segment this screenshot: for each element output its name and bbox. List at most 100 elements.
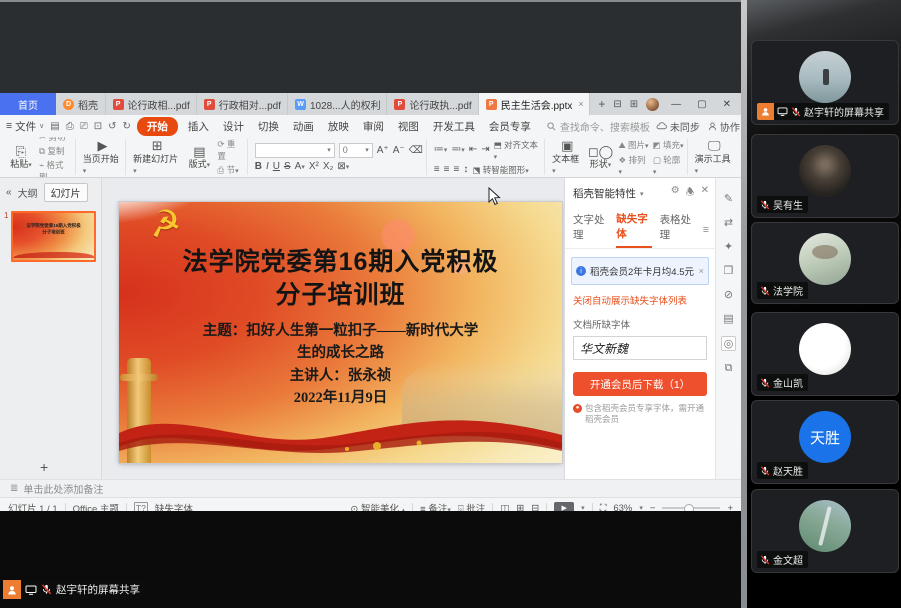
cut-button[interactable]: ✂ 剪切 <box>39 137 72 143</box>
align-right-icon[interactable]: ≡ <box>453 164 459 175</box>
bold-button[interactable]: B <box>255 161 262 172</box>
line-spacing-icon[interactable]: ↕ <box>463 164 468 175</box>
signature-tool-icon[interactable]: ✎ <box>724 192 733 205</box>
new-tab-button[interactable]: + <box>590 93 613 115</box>
subscript-button[interactable]: X₂ <box>323 161 334 172</box>
copy-tool-icon[interactable]: ❐ <box>724 264 734 277</box>
collaborate-button[interactable]: 协作 <box>708 119 740 134</box>
command-search[interactable]: 查找命令、搜索模板 <box>547 119 650 134</box>
section-button[interactable]: ⎙ 节▾ <box>217 164 243 176</box>
gallery-tool-icon[interactable]: ▤ <box>723 312 733 325</box>
textbox-button[interactable]: ▣文本框▾ <box>552 138 582 176</box>
new-slide-button[interactable]: ⊞新建幻灯片▾ <box>133 138 181 176</box>
tab-docer[interactable]: D稻壳 <box>56 93 106 115</box>
undo-icon[interactable]: ↺ <box>108 121 116 132</box>
tab-slides[interactable]: 幻灯片 <box>44 183 88 202</box>
tab-pdf-3[interactable]: P论行政执...pdf <box>387 93 478 115</box>
font-size-combo[interactable]: 0▾ <box>339 143 373 158</box>
member-promo-banner[interactable]: i 稻壳会员2年卡月均4.5元 × <box>571 257 709 285</box>
italic-button[interactable]: I <box>266 161 269 172</box>
tab-doc[interactable]: W1028...人的权利 <box>288 93 387 115</box>
menu-review[interactable]: 审阅 <box>359 118 388 135</box>
close-tab-icon[interactable]: × <box>578 99 583 109</box>
disable-autoshow-link[interactable]: 关闭自动展示缺失字体列表 <box>573 293 707 307</box>
strikethrough-button[interactable]: S <box>284 161 291 172</box>
participant-tile[interactable]: 天胜 赵天胜 <box>751 400 899 484</box>
bullets-button[interactable]: ≔▾ <box>434 144 448 155</box>
resource-tool-icon-selected[interactable]: ◎ <box>721 336 737 351</box>
fill-button[interactable]: ◩ 填充▾ <box>653 139 684 151</box>
underline-button[interactable]: U <box>273 161 280 172</box>
tab-active-pptx[interactable]: P民主生活会.pptx× <box>479 93 591 115</box>
participant-tile-sharer[interactable]: 赵宇轩的屏幕共享 <box>751 40 899 125</box>
align-center-icon[interactable]: ≡ <box>444 164 450 175</box>
convert-tool-icon[interactable]: ⇄ <box>724 216 733 229</box>
paste-button[interactable]: ⎘粘贴▾ <box>7 144 35 171</box>
reset-button[interactable]: ⟳ 重置 <box>217 138 243 162</box>
close-button[interactable]: ✕ <box>719 99 735 110</box>
tab-home[interactable]: 首页 <box>0 93 56 115</box>
slide-thumbnail[interactable]: 法学院党委第16期入党积极分子培训班 <box>11 211 96 262</box>
bell-icon[interactable]: 🕭 <box>686 185 695 202</box>
participant-tile[interactable]: 金文超 <box>751 489 899 573</box>
menu-start[interactable]: 开始 <box>137 117 178 136</box>
menu-animation[interactable]: 动画 <box>289 118 318 135</box>
download-fonts-button[interactable]: 开通会员后下载（1） <box>573 372 707 396</box>
minimize-button[interactable]: — <box>667 99 685 110</box>
redo-icon[interactable]: ↻ <box>123 121 131 132</box>
slide[interactable]: ☭ 法学院党委第16期入党积极分子培训班 主题：扣好人生第一粒扣子——新时代大学… <box>119 202 562 463</box>
numbering-button[interactable]: ≕▾ <box>451 144 465 155</box>
reader-tool-icon[interactable]: ⧉ <box>725 362 733 375</box>
tab-pdf-1[interactable]: P论行政相...pdf <box>106 93 197 115</box>
help-tool-icon[interactable]: ⊘ <box>724 288 733 301</box>
participant-tile[interactable]: 吴有生 <box>751 134 899 218</box>
increase-font-icon[interactable]: A⁺ <box>377 145 389 156</box>
tab-table-processing[interactable]: 表格处理 <box>660 212 695 247</box>
participant-tile[interactable]: 法学院 <box>751 222 899 304</box>
sync-status[interactable]: 未同步 <box>656 119 700 134</box>
menu-design[interactable]: 设计 <box>219 118 248 135</box>
highlight-button[interactable]: ⊠▾ <box>337 161 349 172</box>
export-icon[interactable]: ⎙ <box>66 121 74 132</box>
font-family-combo[interactable]: ▾ <box>255 143 335 158</box>
slide-title[interactable]: 法学院党委第16期入党积极分子培训班 <box>119 246 562 311</box>
clear-format-icon[interactable]: ⌫ <box>409 145 423 156</box>
picture-button[interactable]: ⛰ 图片▾ <box>619 139 649 151</box>
indent-button[interactable]: ⇥ <box>481 144 489 155</box>
slide-canvas[interactable]: ☭ 法学院党委第16期入党积极分子培训班 主题：扣好人生第一粒扣子——新时代大学… <box>102 178 564 479</box>
align-left-icon[interactable]: ≡ <box>434 164 440 175</box>
copy-button[interactable]: ⧉ 复制 <box>39 145 72 157</box>
tab-missing-fonts[interactable]: 缺失字体 <box>616 211 651 248</box>
effects-tool-icon[interactable]: ✦ <box>724 240 733 253</box>
print-icon[interactable]: ⎚ <box>80 121 88 132</box>
tab-text-processing[interactable]: 文字处理 <box>573 212 608 247</box>
notes-bar[interactable]: ≣ 单击此处添加备注 <box>0 479 741 497</box>
tab-outline[interactable]: 大纲 <box>18 185 38 200</box>
split-view-icon[interactable]: ⊟ <box>613 99 621 110</box>
tab-pdf-2[interactable]: P行政相对...pdf <box>197 93 288 115</box>
slide-subtitle[interactable]: 主题：扣好人生第一粒扣子——新时代大学 生的成长之路 主讲人：张永祯 2022年… <box>119 320 562 410</box>
chevron-down-icon[interactable]: ▾ <box>640 190 644 198</box>
outdent-button[interactable]: ⇤ <box>469 144 477 155</box>
save-icon[interactable]: ▤ <box>50 121 59 132</box>
align-text-button[interactable]: ⬒ 对齐文本▾ <box>494 139 542 161</box>
arrange-button[interactable]: ❖ 排列▾ <box>619 154 649 176</box>
menu-slideshow[interactable]: 放映 <box>324 118 353 135</box>
decrease-font-icon[interactable]: A⁻ <box>393 145 405 156</box>
missing-font-item[interactable]: 华文新魏 <box>573 336 707 360</box>
zoom-slider[interactable] <box>662 507 720 509</box>
collapse-panel-icon[interactable]: « <box>6 187 12 198</box>
menu-insert[interactable]: 插入 <box>184 118 213 135</box>
participant-tile[interactable]: 金山凯 <box>751 312 899 396</box>
font-color-button[interactable]: A▾ <box>295 161 305 172</box>
layout-button[interactable]: ▤版式▾ <box>185 144 213 171</box>
panel-menu-icon[interactable]: ≡ <box>703 224 709 236</box>
file-menu[interactable]: ≡文件∨ <box>6 119 44 134</box>
add-slide-button[interactable]: + <box>40 459 48 475</box>
gear-icon[interactable]: ⚙ <box>671 185 680 202</box>
present-tools-button[interactable]: 🖵演示工具▾ <box>695 138 734 176</box>
menu-view[interactable]: 视图 <box>394 118 423 135</box>
account-avatar[interactable] <box>646 98 659 111</box>
grid-view-icon[interactable]: ⊞ <box>630 99 638 110</box>
superscript-button[interactable]: X² <box>309 161 319 172</box>
